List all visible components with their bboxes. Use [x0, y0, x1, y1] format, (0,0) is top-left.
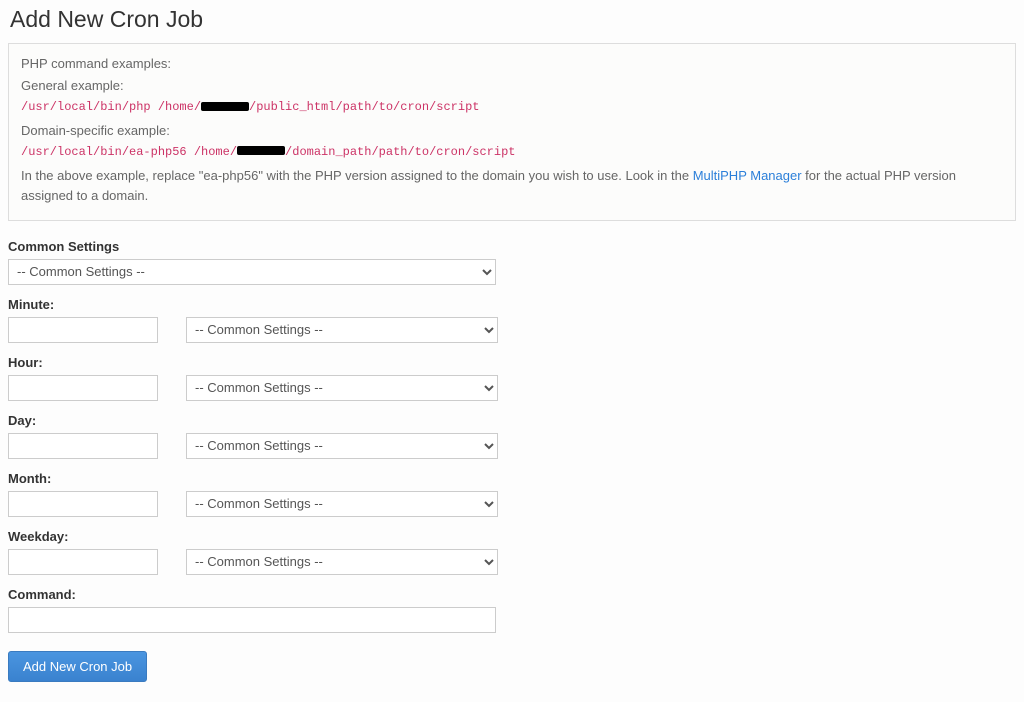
- hour-select[interactable]: -- Common Settings --: [186, 375, 498, 401]
- note-pre: In the above example, replace "ea-php56"…: [21, 168, 693, 183]
- hour-label: Hour:: [8, 355, 1016, 370]
- minute-input[interactable]: [8, 317, 158, 343]
- general-example-post: /public_html/path/to/cron/script: [249, 100, 479, 114]
- month-group: Month: -- Common Settings --: [8, 471, 1016, 517]
- month-label: Month:: [8, 471, 1016, 486]
- multiphp-link[interactable]: MultiPHP Manager: [693, 168, 802, 183]
- redacted-user: [201, 102, 249, 111]
- general-example-pre: /usr/local/bin/php /home/: [21, 100, 201, 114]
- command-group: Command:: [8, 587, 1016, 633]
- page-title: Add New Cron Job: [10, 6, 1016, 33]
- command-label: Command:: [8, 587, 1016, 602]
- info-box: PHP command examples: General example: /…: [8, 43, 1016, 221]
- hour-input[interactable]: [8, 375, 158, 401]
- general-label: General example:: [21, 76, 1003, 96]
- minute-label: Minute:: [8, 297, 1016, 312]
- domain-example-post: /domain_path/path/to/cron/script: [285, 145, 515, 159]
- domain-label: Domain-specific example:: [21, 121, 1003, 141]
- domain-example: /usr/local/bin/ea-php56 /home/ /domain_pa…: [21, 143, 1003, 162]
- general-example: /usr/local/bin/php /home/ /public_html/pa…: [21, 98, 1003, 117]
- hour-group: Hour: -- Common Settings --: [8, 355, 1016, 401]
- day-label: Day:: [8, 413, 1016, 428]
- add-cron-button[interactable]: Add New Cron Job: [8, 651, 147, 682]
- examples-heading: PHP command examples:: [21, 54, 1003, 74]
- month-select[interactable]: -- Common Settings --: [186, 491, 498, 517]
- day-group: Day: -- Common Settings --: [8, 413, 1016, 459]
- common-settings-label: Common Settings: [8, 239, 1016, 254]
- domain-example-pre: /usr/local/bin/ea-php56 /home/: [21, 145, 237, 159]
- weekday-label: Weekday:: [8, 529, 1016, 544]
- minute-group: Minute: -- Common Settings --: [8, 297, 1016, 343]
- command-input[interactable]: [8, 607, 496, 633]
- minute-select[interactable]: -- Common Settings --: [186, 317, 498, 343]
- common-settings-group: Common Settings -- Common Settings --: [8, 239, 1016, 285]
- month-input[interactable]: [8, 491, 158, 517]
- weekday-input[interactable]: [8, 549, 158, 575]
- redacted-user: [237, 146, 285, 155]
- common-settings-select[interactable]: -- Common Settings --: [8, 259, 496, 285]
- day-input[interactable]: [8, 433, 158, 459]
- note-line: In the above example, replace "ea-php56"…: [21, 166, 1003, 206]
- day-select[interactable]: -- Common Settings --: [186, 433, 498, 459]
- weekday-select[interactable]: -- Common Settings --: [186, 549, 498, 575]
- weekday-group: Weekday: -- Common Settings --: [8, 529, 1016, 575]
